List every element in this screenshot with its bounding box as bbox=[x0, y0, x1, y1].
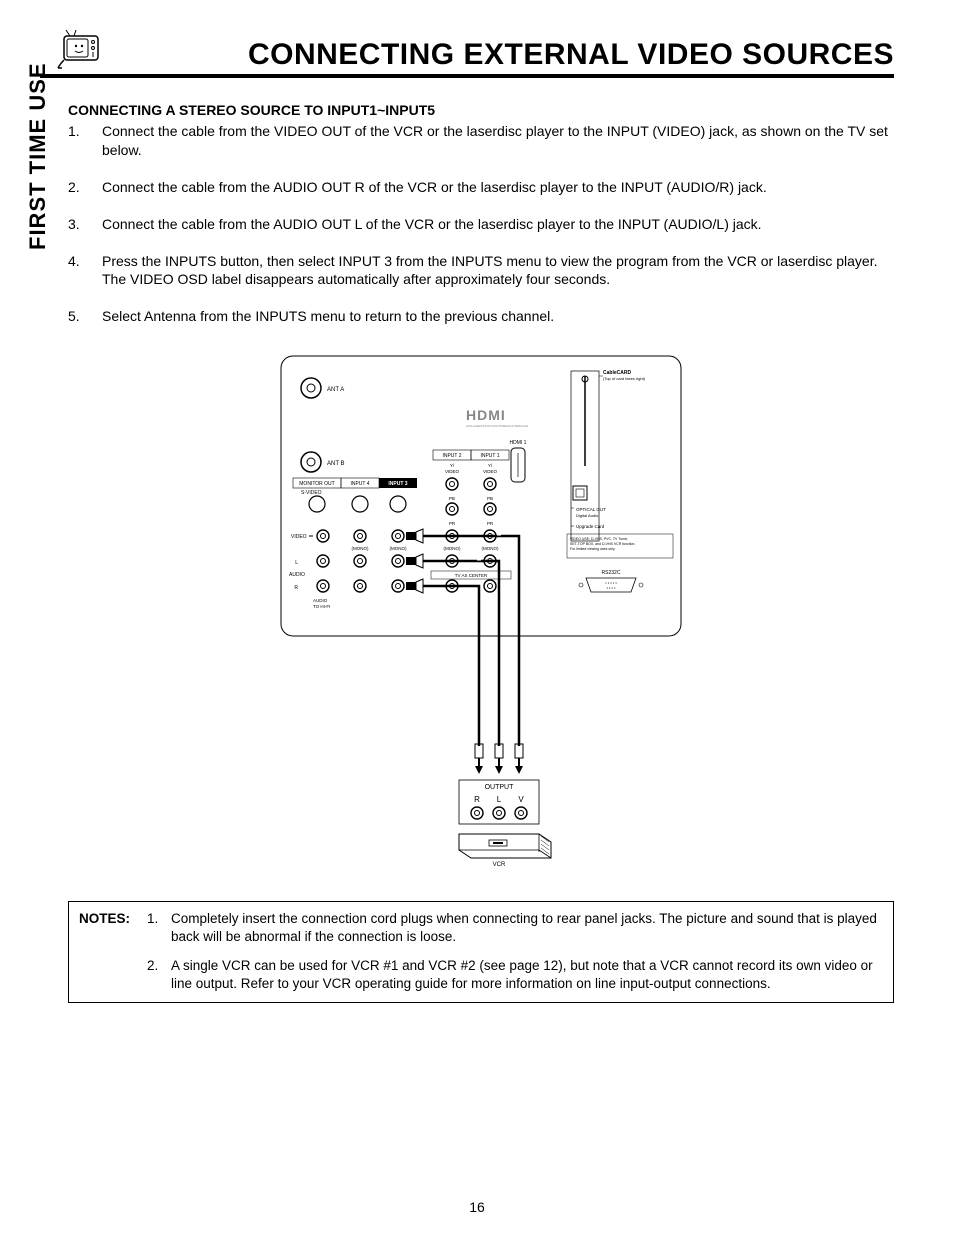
svg-text:TO HI-FI: TO HI-FI bbox=[313, 604, 330, 609]
hdmi-logo: HDMI bbox=[466, 407, 506, 423]
input4-label: INPUT 4 bbox=[350, 481, 369, 487]
svg-text:SET-TOP BOX, and D-VHS VCR fun: SET-TOP BOX, and D-VHS VCR function. bbox=[570, 542, 635, 546]
notes-box: NOTES: Completely insert the connection … bbox=[68, 901, 894, 1003]
monitor-out-label: MONITOR OUT bbox=[299, 481, 334, 487]
svg-text:(MONO): (MONO) bbox=[444, 546, 461, 551]
hdmi1-label: HDMI 1 bbox=[510, 440, 527, 446]
audio-row-label: L bbox=[295, 560, 298, 566]
notes-label: NOTES: bbox=[79, 910, 147, 992]
section-tab: FIRST TIME USE bbox=[25, 62, 51, 250]
svideo-label: S-VIDEO bbox=[301, 490, 322, 496]
step-item: Connect the cable from the AUDIO OUT R o… bbox=[68, 178, 894, 197]
optical-out-label: OPTICAL OUT bbox=[576, 507, 606, 512]
ant-b-label: ANT B bbox=[327, 461, 345, 467]
mono-label: (MONO) bbox=[352, 546, 369, 551]
svg-text:VIDEO: VIDEO bbox=[483, 469, 498, 474]
svg-text:(MONO): (MONO) bbox=[482, 546, 499, 551]
warning-text: VIDEO USE: D-VHS, PVC, TV Tuner, bbox=[570, 537, 628, 541]
step-item: Connect the cable from the AUDIO OUT L o… bbox=[68, 215, 894, 234]
yvideo1-label: Y/ bbox=[488, 463, 493, 468]
r-label: R bbox=[294, 585, 298, 591]
output-label: OUTPUT bbox=[485, 784, 515, 791]
svg-text:• • • •: • • • • bbox=[607, 585, 617, 590]
out-v-label: V bbox=[518, 795, 524, 804]
upgrade-card-label: Upgrade Card bbox=[576, 524, 605, 529]
yvideo2-label: Y/ bbox=[450, 463, 455, 468]
connection-diagram: ANT A ANT B HDMI HIGH-DEFINITION MULTIME… bbox=[68, 346, 894, 871]
step-list: Connect the cable from the VIDEO OUT of … bbox=[68, 122, 894, 326]
out-l-label: L bbox=[497, 795, 502, 804]
ant-a-label: ANT A bbox=[327, 387, 344, 393]
svg-text:PR: PR bbox=[487, 521, 494, 526]
svg-text:PB: PB bbox=[487, 496, 493, 501]
step-item: Connect the cable from the VIDEO OUT of … bbox=[68, 122, 894, 160]
svg-text:(MONO): (MONO) bbox=[390, 546, 407, 551]
svg-text:Digital Audio: Digital Audio bbox=[576, 513, 599, 518]
cablecard-sub: (Top of card faces right) bbox=[603, 376, 646, 381]
step-item: Select Antenna from the INPUTS menu to r… bbox=[68, 307, 894, 326]
subheading: CONNECTING A STEREO SOURCE TO INPUT1~INP… bbox=[68, 102, 894, 118]
out-r-label: R bbox=[474, 795, 480, 804]
audio-label: AUDIO bbox=[289, 572, 305, 578]
input1-label: INPUT 1 bbox=[480, 453, 499, 459]
pb-label: PB bbox=[449, 496, 455, 501]
page-number: 16 bbox=[0, 1199, 954, 1215]
page-title: CONNECTING EXTERNAL VIDEO SOURCES bbox=[40, 38, 894, 78]
tv-mascot-icon bbox=[56, 28, 106, 75]
input3-label: INPUT 3 bbox=[388, 481, 407, 487]
audio-hifi-label: AUDIO bbox=[313, 598, 328, 603]
svg-text:VIDEO: VIDEO bbox=[445, 469, 460, 474]
rs232c-label: RS232C bbox=[602, 570, 621, 576]
note-item: Completely insert the connection cord pl… bbox=[147, 910, 883, 945]
step-item: Press the INPUTS button, then select INP… bbox=[68, 252, 894, 290]
svg-text:For limited viewing uses only.: For limited viewing uses only. bbox=[570, 547, 615, 551]
video-row-label: VIDEO bbox=[291, 534, 307, 540]
input2-label: INPUT 2 bbox=[442, 453, 461, 459]
vcr-label: VCR bbox=[493, 862, 506, 866]
hdmi-sub: HIGH-DEFINITION MULTIMEDIA INTERFACE bbox=[466, 424, 528, 428]
notes-list: Completely insert the connection cord pl… bbox=[147, 910, 883, 992]
note-item: A single VCR can be used for VCR #1 and … bbox=[147, 957, 883, 992]
tv-as-center-label: TV AS CENTER bbox=[455, 573, 488, 578]
pr-label: PR bbox=[449, 521, 456, 526]
